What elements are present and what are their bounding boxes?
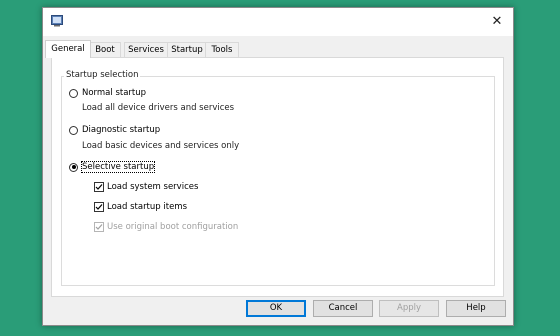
normal-startup-description: Load all device drivers and services — [82, 103, 235, 113]
system-configuration-dialog: ✕ General Boot Services Startup Tools St… — [42, 7, 514, 326]
checkmark-icon — [95, 204, 103, 210]
checkmark-icon — [95, 224, 103, 230]
use-original-boot-option: Use original boot configuration — [94, 221, 238, 233]
selective-startup-label: Selective startup — [80, 161, 156, 173]
general-tab-panel: Startup selection Normal startup Load al… — [51, 57, 504, 297]
diagnostic-startup-option[interactable]: Diagnostic startup — [69, 124, 160, 136]
diagnostic-startup-description: Load basic devices and services only — [82, 141, 240, 151]
cancel-button[interactable]: Cancel — [313, 300, 373, 317]
load-startup-items-label: Load startup items — [107, 202, 188, 212]
load-system-services-label: Load system services — [107, 182, 199, 192]
use-original-boot-checkbox — [94, 222, 104, 232]
selective-startup-option[interactable]: Selective startup — [69, 161, 156, 173]
normal-startup-label: Normal startup — [82, 88, 147, 98]
load-startup-items-option[interactable]: Load startup items — [94, 201, 187, 213]
ok-button[interactable]: OK — [246, 300, 306, 317]
tab-startup[interactable]: Startup — [167, 42, 207, 58]
load-system-services-option[interactable]: Load system services — [94, 181, 198, 193]
tab-services[interactable]: Services — [124, 42, 168, 58]
diagnostic-startup-label: Diagnostic startup — [82, 125, 161, 135]
use-original-boot-label: Use original boot configuration — [107, 222, 239, 232]
load-system-services-checkbox[interactable] — [94, 182, 104, 192]
normal-startup-option[interactable]: Normal startup — [69, 87, 146, 99]
normal-startup-radio[interactable] — [69, 88, 78, 98]
checkmark-icon — [95, 184, 103, 190]
close-button[interactable]: ✕ — [481, 8, 513, 36]
system-configuration-icon — [51, 15, 63, 27]
tab-boot[interactable]: Boot — [89, 42, 121, 58]
tab-tools[interactable]: Tools — [205, 42, 239, 58]
apply-button[interactable]: Apply — [379, 300, 439, 317]
selective-startup-radio[interactable] — [69, 162, 78, 172]
diagnostic-startup-radio[interactable] — [69, 125, 78, 135]
help-button[interactable]: Help — [446, 300, 506, 317]
title-bar: ✕ — [43, 8, 513, 36]
tab-general[interactable]: General — [45, 40, 91, 58]
startup-selection-title: Startup selection — [64, 70, 141, 80]
load-startup-items-checkbox[interactable] — [94, 202, 104, 212]
